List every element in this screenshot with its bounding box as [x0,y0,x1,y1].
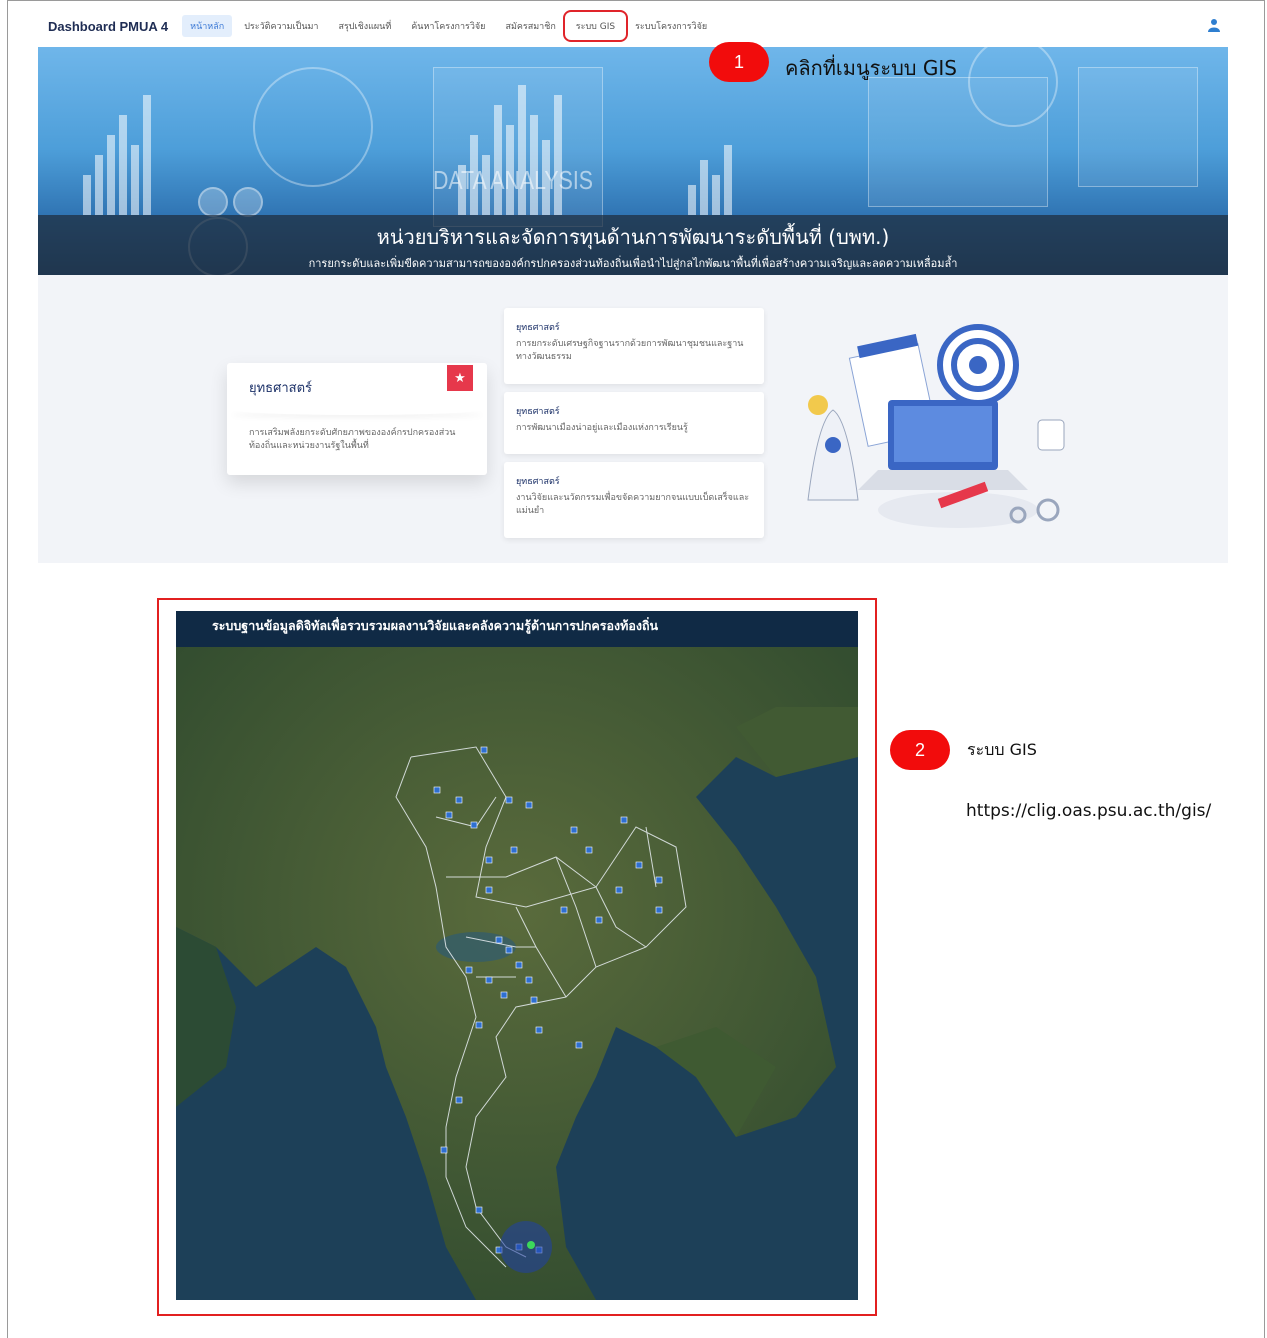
hero-panel-decor [868,77,1048,207]
hero-bars-decor [688,145,732,215]
hero-overlay-text: DATA ANALYSIS [433,165,593,195]
map-location-marker[interactable] [527,1241,535,1249]
brand-logo[interactable]: Dashboard PMUA 4 [48,19,168,34]
strategy-main-card[interactable]: ยุทธศาสตร์ ★ การเสริมพลังยกระดับศักยภาพข… [227,363,487,475]
strategy-main-body: การเสริมพลังยกระดับศักยภาพขององค์กรปกครอ… [249,428,456,451]
nav-research-system[interactable]: ระบบโครงการวิจัย [627,15,715,37]
strategy-main-heading: ยุทธศาสตร์ [249,381,313,396]
nav-register[interactable]: สมัครสมาชิก [497,15,563,37]
nav-search-projects[interactable]: ค้นหาโครงการวิจัย [403,15,493,37]
step-1-text: คลิกที่เมนูระบบ GIS [785,56,957,80]
nav-map-summary[interactable]: สรุปเชิงแผนที่ [330,15,399,37]
hero-panel-decor [1078,67,1198,187]
hero-title: หน่วยบริหารและจัดการทุนด้านการพัฒนาระดับ… [376,225,890,249]
step-2-badge: 2 [890,730,950,770]
strategy-card-body: งานวิจัยและนวัตกรรมเพื่อขจัดความยากจนแบบ… [516,493,750,516]
nav-gis[interactable]: ระบบ GIS [562,10,629,42]
hero-dot-decor [198,187,228,217]
user-icon[interactable] [1208,18,1220,32]
gis-map[interactable] [176,647,858,1300]
strategy-card-heading: ยุทธศาสตร์ [516,477,560,487]
strategy-section: ยุทธศาสตร์ ★ การเสริมพลังยกระดับศักยภาพข… [38,275,1228,563]
step-2-text: ระบบ GIS [967,740,1037,759]
hero-bars-decor [83,95,151,215]
step-1-badge: 1 [709,42,769,82]
gis-url-link[interactable]: https://clig.oas.psu.ac.th/gis/ [966,801,1211,821]
strategy-illustration [807,324,1065,528]
strategy-card-body: การพัฒนาเมืองน่าอยู่และเมืองแห่งการเรียน… [516,423,688,433]
satellite-map[interactable] [176,647,858,1300]
map-cluster-marker[interactable] [500,1221,552,1273]
strategy-card[interactable]: ยุทธศาสตร์ การยกระดับเศรษฐกิจฐานรากด้วยก… [504,308,764,384]
card-divider [227,403,487,415]
strategy-card-heading: ยุทธศาสตร์ [516,323,560,333]
strategy-card[interactable]: ยุทธศาสตร์ การพัฒนาเมืองน่าอยู่และเมืองแ… [504,392,764,454]
strategy-card-heading: ยุทธศาสตร์ [516,407,560,417]
hero-banner: DATA ANALYSIS หน่วยบริหารและจัดการทุนด้า… [38,47,1228,275]
nav-history[interactable]: ประวัติความเป็นมา [236,15,326,37]
strategy-card-body: การยกระดับเศรษฐกิจฐานรากด้วยการพัฒนาชุมช… [516,339,744,362]
hero-circle-decor [253,67,373,187]
gis-header: ระบบฐานข้อมูลดิจิทัลเพื่อรวบรวมผลงานวิจั… [176,611,858,647]
strategy-card[interactable]: ยุทธศาสตร์ งานวิจัยและนวัตกรรมเพื่อขจัดค… [504,462,764,538]
nav-home[interactable]: หน้าหลัก [182,15,233,37]
hero-dot-decor [233,187,263,217]
top-navbar: Dashboard PMUA 4 หน้าหลัก ประวัติความเป็… [38,8,1228,44]
star-icon: ★ [447,365,473,391]
hero-subtitle: การยกระดับและเพิ่มขีดความสามารถขององค์กร… [308,257,958,270]
